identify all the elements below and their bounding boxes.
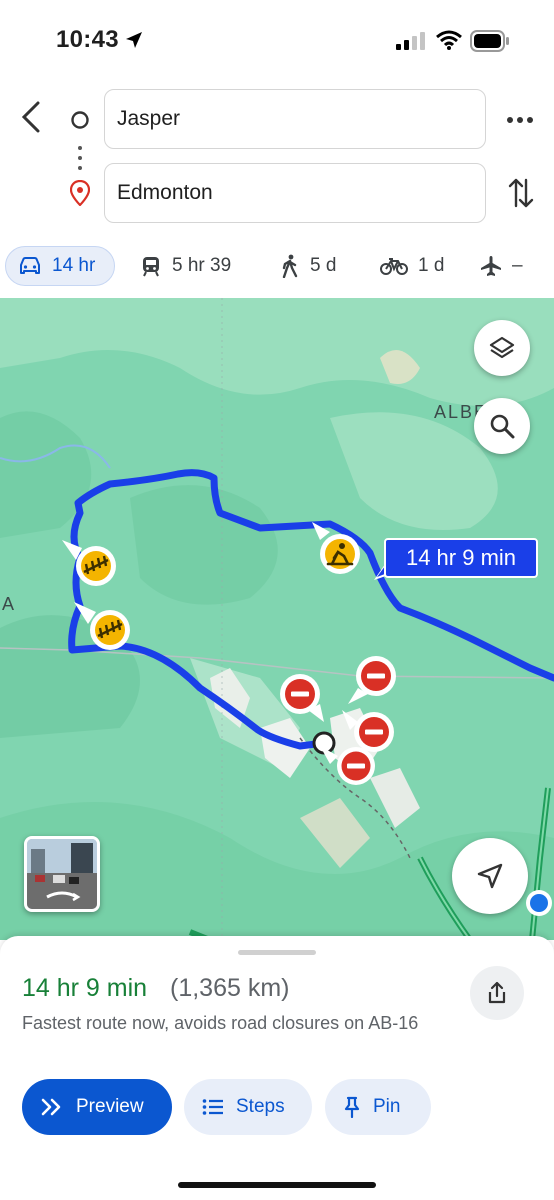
- train-icon: [143, 257, 159, 277]
- origin-circle-icon: [71, 111, 89, 129]
- route-distance: (1,365 km): [170, 974, 290, 1002]
- search-map-button[interactable]: [474, 398, 530, 454]
- cellular-signal-icon: [396, 32, 425, 50]
- street-view-thumbnail[interactable]: [24, 836, 100, 912]
- mode-tab-flight[interactable]: –: [480, 246, 523, 286]
- mode-tab-cycling[interactable]: 1 d: [380, 246, 444, 286]
- rail-crossing-marker-2[interactable]: [74, 602, 134, 652]
- back-arrow-icon[interactable]: [18, 100, 46, 134]
- layers-icon: [489, 336, 515, 359]
- mode-tab-driving[interactable]: 14 hr: [5, 246, 115, 286]
- home-indicator: [178, 1182, 376, 1188]
- route-dots-icon: [78, 146, 82, 170]
- mode-tab-transit[interactable]: 5 hr 39: [140, 246, 231, 286]
- map-view[interactable]: ALBE A 14 hr 9 min: [0, 298, 554, 940]
- recenter-button[interactable]: [452, 838, 528, 914]
- layers-button[interactable]: [474, 320, 530, 376]
- road-closure-marker-1[interactable]: [278, 672, 332, 724]
- country-label: A: [2, 594, 15, 614]
- double-chevron-icon: [41, 1098, 61, 1116]
- pin-label: Pin: [373, 1096, 401, 1117]
- destination-value: Edmonton: [117, 181, 213, 204]
- sheet-drag-handle[interactable]: [238, 950, 316, 955]
- walking-icon: [282, 254, 298, 278]
- preview-label: Preview: [76, 1096, 144, 1117]
- route-duration-label: 14 hr 9 min: [384, 538, 538, 578]
- steps-label: Steps: [236, 1096, 285, 1117]
- mode-label-walking: 5 d: [310, 255, 337, 276]
- street-view-image: [27, 839, 97, 909]
- mode-tab-walking[interactable]: 5 d: [280, 246, 336, 286]
- road-closure-marker-2[interactable]: [344, 654, 398, 706]
- wifi-icon: [436, 30, 462, 50]
- rail-crossing-marker[interactable]: [62, 540, 118, 590]
- destination-input[interactable]: Edmonton: [104, 163, 486, 223]
- route-duration: 14 hr 9 min: [22, 974, 148, 1002]
- mode-label-cycling: 1 d: [418, 255, 445, 276]
- destination-pin-icon: [70, 180, 90, 206]
- car-icon: [20, 257, 40, 274]
- road-closure-marker-4[interactable]: [318, 744, 376, 790]
- list-icon: [202, 1099, 223, 1115]
- swap-directions-icon[interactable]: [508, 176, 534, 210]
- status-bar: 10:43: [0, 0, 554, 84]
- share-icon: [488, 981, 506, 1004]
- location-arrow-icon: [126, 32, 142, 48]
- construction-marker[interactable]: [308, 522, 362, 578]
- current-location-dot: [526, 890, 552, 916]
- status-time: 10:43: [56, 26, 119, 53]
- preview-button[interactable]: Preview: [22, 1079, 172, 1135]
- mode-label-transit: 5 hr 39: [172, 255, 232, 276]
- search-icon: [490, 414, 515, 439]
- pin-button[interactable]: Pin: [325, 1079, 431, 1135]
- origin-value: Jasper: [117, 107, 181, 130]
- route-details-sheet: 14 hr 9 min (1,365 km) Fastest route now…: [0, 936, 554, 1200]
- mode-label-driving: 14 hr: [52, 255, 96, 276]
- pin-icon: [344, 1096, 360, 1118]
- route-description: Fastest route now, avoids road closures …: [22, 1013, 419, 1033]
- battery-icon: [470, 30, 509, 52]
- navigation-arrow-icon: [477, 863, 503, 889]
- more-options-icon[interactable]: [506, 112, 534, 128]
- share-button[interactable]: [470, 966, 524, 1020]
- steps-button[interactable]: Steps: [184, 1079, 312, 1135]
- bicycle-icon: [380, 258, 408, 275]
- origin-input[interactable]: Jasper: [104, 89, 486, 149]
- mode-label-flight: –: [512, 255, 523, 276]
- airplane-icon: [481, 256, 501, 276]
